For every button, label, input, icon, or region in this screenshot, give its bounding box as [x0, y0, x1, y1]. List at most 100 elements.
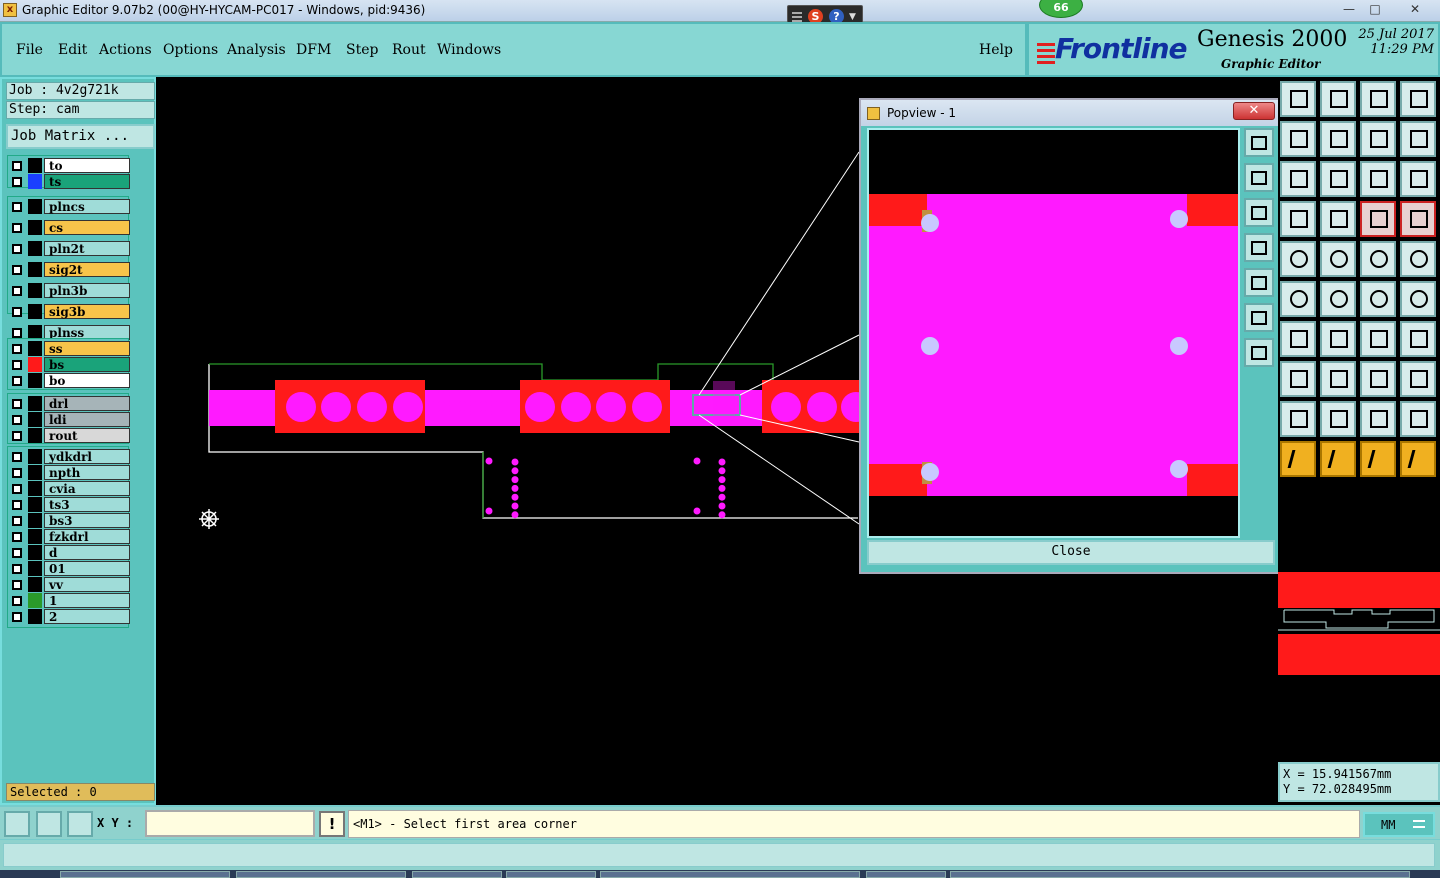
menu-windows[interactable]: Windows: [437, 42, 501, 58]
layer-row-ts[interactable]: ts: [8, 174, 130, 189]
popview-close-button[interactable]: Close: [867, 540, 1275, 565]
minimap[interactable]: [1278, 572, 1440, 675]
layer-color-swatch[interactable]: [28, 545, 42, 560]
layer-color-swatch[interactable]: [28, 396, 42, 411]
layer-checkbox[interactable]: [12, 580, 22, 590]
layer-name[interactable]: 2: [44, 609, 130, 624]
layer-color-swatch[interactable]: [28, 513, 42, 528]
layer-row-01[interactable]: 01: [8, 561, 130, 576]
layer-row-ydkdrl[interactable]: ydkdrl: [8, 449, 130, 464]
snap-tool-button[interactable]: [1400, 121, 1436, 157]
menu-file[interactable]: File: [16, 42, 43, 58]
popview-pan-left-button[interactable]: [1244, 233, 1274, 262]
taskbar-item[interactable]: [60, 871, 230, 878]
popview-zoom-window-button[interactable]: [1244, 128, 1274, 157]
layer-row-drl[interactable]: drl: [8, 396, 130, 411]
popview-pan-right-button[interactable]: [1244, 268, 1274, 297]
layer-checkbox[interactable]: [12, 360, 22, 370]
dropdown-icon[interactable]: ▼: [849, 12, 856, 22]
layer-row-cs[interactable]: cs: [8, 220, 130, 235]
layer-color-swatch[interactable]: [28, 577, 42, 592]
layer-row-2[interactable]: 2: [8, 609, 130, 624]
taskbar-item[interactable]: [866, 871, 946, 878]
layer-checkbox[interactable]: [12, 244, 22, 254]
flip-tool-button[interactable]: [1360, 121, 1396, 157]
layer-row-d[interactable]: d: [8, 545, 130, 560]
layer-name[interactable]: 1: [44, 593, 130, 608]
layer-checkbox[interactable]: [12, 516, 22, 526]
connect-tool-button[interactable]: [1280, 281, 1316, 317]
layer-checkbox[interactable]: [12, 177, 22, 187]
layer-row-npth[interactable]: npth: [8, 465, 130, 480]
menu-dfm[interactable]: DFM: [296, 42, 331, 58]
zoom-in-tool-button[interactable]: [1320, 81, 1356, 117]
layer-name[interactable]: pln2t: [44, 241, 130, 256]
layer-row-1[interactable]: 1: [8, 593, 130, 608]
taskbar-item[interactable]: [950, 871, 1410, 878]
layer-row-sig3b[interactable]: sig3b: [8, 304, 130, 319]
menu-rout[interactable]: Rout: [392, 42, 426, 58]
layer-row-to[interactable]: to: [8, 158, 130, 173]
layer-name[interactable]: 01: [44, 561, 130, 576]
layer-row-ss[interactable]: ss: [8, 341, 130, 356]
layer-row-bs3[interactable]: bs3: [8, 513, 130, 528]
layer-name[interactable]: rout: [44, 428, 130, 443]
layer-color-swatch[interactable]: [28, 158, 42, 173]
menu-options[interactable]: Options: [163, 42, 218, 58]
ruler-tool-button[interactable]: [1360, 241, 1396, 277]
layer-name[interactable]: ts: [44, 174, 130, 189]
layer-name[interactable]: ldi: [44, 412, 130, 427]
layer-checkbox[interactable]: [12, 328, 22, 338]
rotate-tool-button[interactable]: [1360, 321, 1396, 357]
layer-row-fzkdrl[interactable]: fzkdrl: [8, 529, 130, 544]
layer-checkbox[interactable]: [12, 500, 22, 510]
popview-center-button[interactable]: [1244, 338, 1274, 367]
layer-color-swatch[interactable]: [28, 465, 42, 480]
layer-color-swatch[interactable]: [28, 561, 42, 576]
warning-button[interactable]: !: [319, 811, 345, 837]
layer-color-swatch[interactable]: [28, 481, 42, 496]
job-matrix-button[interactable]: Job Matrix ...: [6, 124, 155, 149]
copy-tool-button[interactable]: [1280, 361, 1316, 397]
angle-tool-button[interactable]: [1280, 321, 1316, 357]
rout-blue-tool-button[interactable]: [1360, 401, 1396, 437]
layer-color-swatch[interactable]: [28, 341, 42, 356]
rout-tool-button[interactable]: [1280, 401, 1316, 437]
zoom-home-tool-button[interactable]: [1280, 81, 1316, 117]
help-tool-button[interactable]: [1400, 161, 1436, 197]
grip-icon[interactable]: [792, 10, 802, 22]
layer-checkbox[interactable]: [12, 532, 22, 542]
layer-checkbox[interactable]: [12, 223, 22, 233]
select-tool-button[interactable]: [1280, 441, 1316, 477]
layer-row-cvia[interactable]: cvia: [8, 481, 130, 496]
layer-checkbox[interactable]: [12, 415, 22, 425]
window-tool-button[interactable]: [1400, 81, 1436, 117]
measure-mode-button[interactable]: [36, 811, 62, 837]
layer-checkbox[interactable]: [12, 431, 22, 441]
layer-checkbox[interactable]: [12, 484, 22, 494]
layer-name[interactable]: bs3: [44, 513, 130, 528]
fit-tool-button[interactable]: [1280, 161, 1316, 197]
layer-row-vv[interactable]: vv: [8, 577, 130, 592]
pan-left-tool-button[interactable]: [1280, 121, 1316, 157]
select-circle-tool-button[interactable]: [1360, 441, 1396, 477]
layer-name[interactable]: cs: [44, 220, 130, 235]
rout-down-tool-button[interactable]: [1400, 401, 1436, 437]
fix-tool-button[interactable]: [1400, 321, 1436, 357]
popview-drawing[interactable]: [869, 130, 1238, 536]
layer-name[interactable]: d: [44, 545, 130, 560]
dropdown-icon[interactable]: [1413, 820, 1425, 828]
layer-name[interactable]: ss: [44, 341, 130, 356]
scale-1-2-tool-button[interactable]: [1360, 161, 1396, 197]
layer-checkbox[interactable]: [12, 548, 22, 558]
taskbar-item[interactable]: [236, 871, 406, 878]
layer-row-pln3b[interactable]: pln3b: [8, 283, 130, 298]
layer-checkbox[interactable]: [12, 286, 22, 296]
layer-color-swatch[interactable]: [28, 220, 42, 235]
measure-tool-button[interactable]: [1360, 361, 1396, 397]
layer-name[interactable]: fzkdrl: [44, 529, 130, 544]
menu-edit[interactable]: Edit: [58, 42, 87, 58]
layer-row-ts3[interactable]: ts3: [8, 497, 130, 512]
layer-color-swatch[interactable]: [28, 609, 42, 624]
popview-zoom-out-button[interactable]: [1244, 198, 1274, 227]
